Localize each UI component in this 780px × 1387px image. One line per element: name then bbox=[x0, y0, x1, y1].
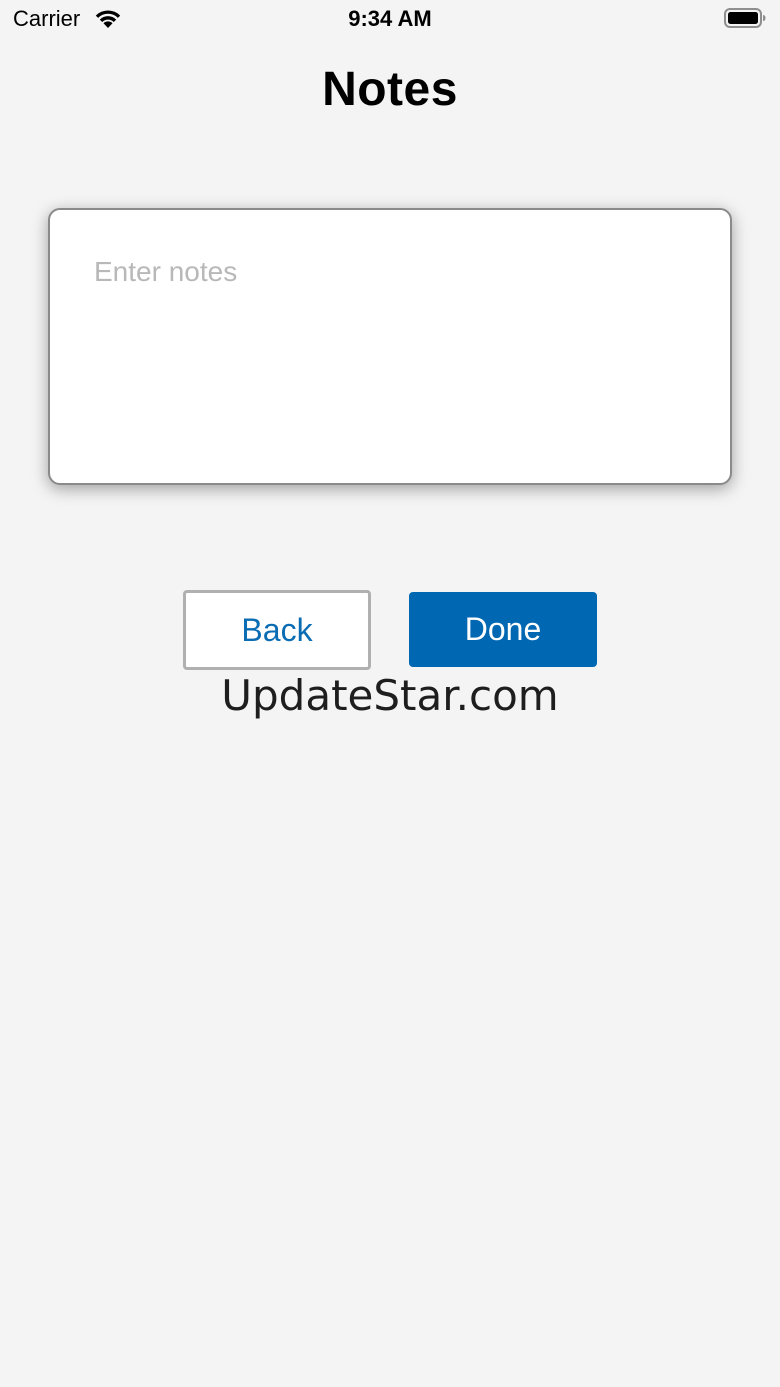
notes-container bbox=[48, 208, 732, 485]
notes-input[interactable] bbox=[94, 256, 684, 456]
battery-icon bbox=[724, 8, 766, 28]
done-button[interactable]: Done bbox=[409, 592, 597, 667]
watermark-text: UpdateStar.com bbox=[221, 671, 559, 720]
page-title: Notes bbox=[322, 63, 458, 116]
status-time: 9:34 AM bbox=[348, 6, 432, 31]
back-button[interactable]: Back bbox=[183, 590, 371, 670]
status-bar: Carrier 9:34 AM bbox=[0, 0, 780, 40]
